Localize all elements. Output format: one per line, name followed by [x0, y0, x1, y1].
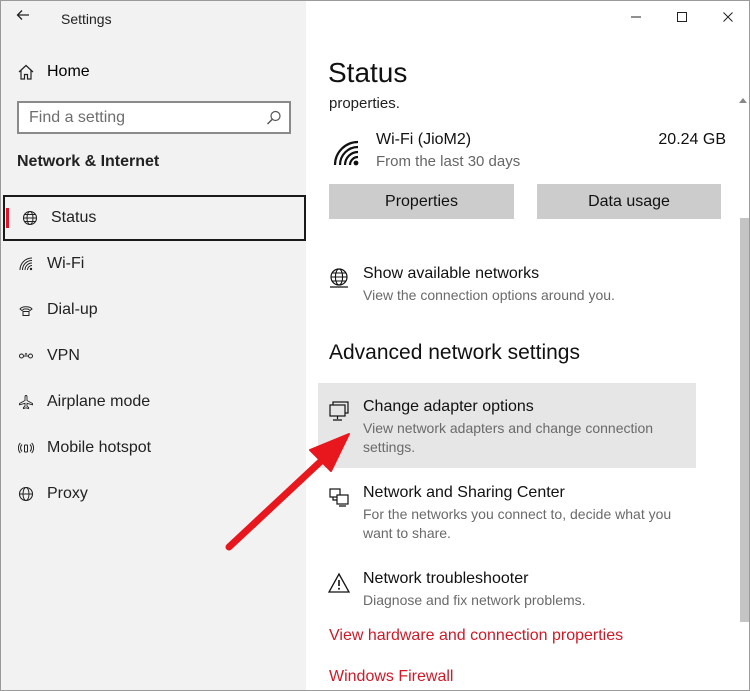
close-icon[interactable] [705, 1, 749, 33]
windows-firewall-link[interactable]: Windows Firewall [329, 668, 453, 686]
link-title: Network troubleshooter [363, 570, 529, 587]
sidebar-item-label: VPN [47, 347, 80, 364]
sidebar-item-airplane[interactable]: Airplane mode [1, 379, 306, 425]
sidebar-item-label: Status [51, 209, 97, 226]
settings-window: Settings Home Find a setting Network & I… [0, 0, 750, 691]
vpn-icon [18, 348, 34, 364]
show-available-networks[interactable]: Show available networks View the connect… [328, 265, 698, 305]
airplane-icon [18, 394, 34, 410]
data-usage-button[interactable]: Data usage [537, 184, 721, 219]
vertical-scrollbar[interactable] [736, 96, 749, 690]
search-icon[interactable] [265, 109, 283, 127]
main-content: Status properties. Wi-Fi (JioM2) From th… [306, 1, 749, 690]
sidebar-item-proxy[interactable]: Proxy [1, 471, 306, 517]
home-label: Home [47, 63, 90, 80]
sidebar-item-dialup[interactable]: Dial-up [1, 287, 306, 333]
clipped-text: properties. [329, 95, 400, 112]
network-sharing-center[interactable]: Network and Sharing Center For the netwo… [328, 484, 698, 544]
properties-button[interactable]: Properties [329, 184, 514, 219]
connection-subtitle: From the last 30 days [376, 153, 521, 170]
wifi-icon [18, 256, 34, 272]
sidebar-item-label: Proxy [47, 485, 88, 502]
wifi-signal-icon [332, 139, 362, 169]
sidebar-item-label: Dial-up [47, 301, 98, 318]
link-title: Change adapter options [363, 398, 534, 415]
link-description: View network adapters and change connect… [363, 420, 654, 455]
app-title: Settings [61, 11, 112, 27]
link-title: Show available networks [363, 265, 540, 282]
section-title: Network & Internet [17, 153, 160, 170]
scrollbar-thumb[interactable] [740, 218, 749, 622]
change-adapter-options[interactable]: Change adapter options View network adap… [328, 398, 698, 458]
link-description: Diagnose and fix network problems. [363, 592, 586, 608]
maximize-icon[interactable] [659, 1, 705, 33]
dialup-icon [18, 302, 34, 318]
search-placeholder: Find a setting [29, 109, 126, 126]
advanced-settings-heading: Advanced network settings [329, 341, 580, 364]
link-description: For the networks you connect to, decide … [363, 506, 672, 541]
home-icon [17, 63, 35, 81]
sidebar-nav: Status Wi-Fi Dial-up VPN Airplane mode M… [1, 195, 306, 517]
home-nav[interactable]: Home [17, 61, 90, 83]
minimize-icon[interactable] [613, 1, 659, 33]
globe-icon [22, 210, 38, 226]
globe-icon [18, 486, 34, 502]
connection-name: Wi-Fi (JioM2) [376, 131, 472, 148]
sidebar-item-wifi[interactable]: Wi-Fi [1, 241, 306, 287]
scroll-up-arrow-icon[interactable] [739, 98, 747, 103]
sidebar-item-hotspot[interactable]: Mobile hotspot [1, 425, 306, 471]
sidebar-item-status[interactable]: Status [3, 195, 306, 241]
network-troubleshooter[interactable]: Network troubleshooter Diagnose and fix … [328, 570, 698, 610]
sidebar-item-label: Mobile hotspot [47, 439, 152, 456]
connection-summary: Wi-Fi (JioM2) From the last 30 days 20.2… [332, 129, 726, 179]
page-title: Status [328, 57, 408, 88]
back-arrow-icon[interactable] [15, 7, 35, 27]
view-hardware-link[interactable]: View hardware and connection properties [329, 627, 623, 645]
link-title: Network and Sharing Center [363, 484, 565, 501]
warning-icon [328, 572, 350, 594]
hotspot-icon [18, 440, 34, 456]
sidebar-item-label: Wi-Fi [47, 255, 85, 272]
network-adapter-icon [328, 400, 350, 422]
globe-network-icon [328, 267, 350, 289]
sharing-center-icon [328, 486, 350, 508]
window-controls [613, 1, 749, 33]
link-description: View the connection options around you. [363, 287, 615, 303]
sidebar: Settings Home Find a setting Network & I… [1, 1, 306, 690]
sidebar-item-label: Airplane mode [47, 393, 151, 410]
search-input[interactable]: Find a setting [17, 101, 291, 134]
sidebar-item-vpn[interactable]: VPN [1, 333, 306, 379]
data-usage-value: 20.24 GB [658, 131, 726, 148]
